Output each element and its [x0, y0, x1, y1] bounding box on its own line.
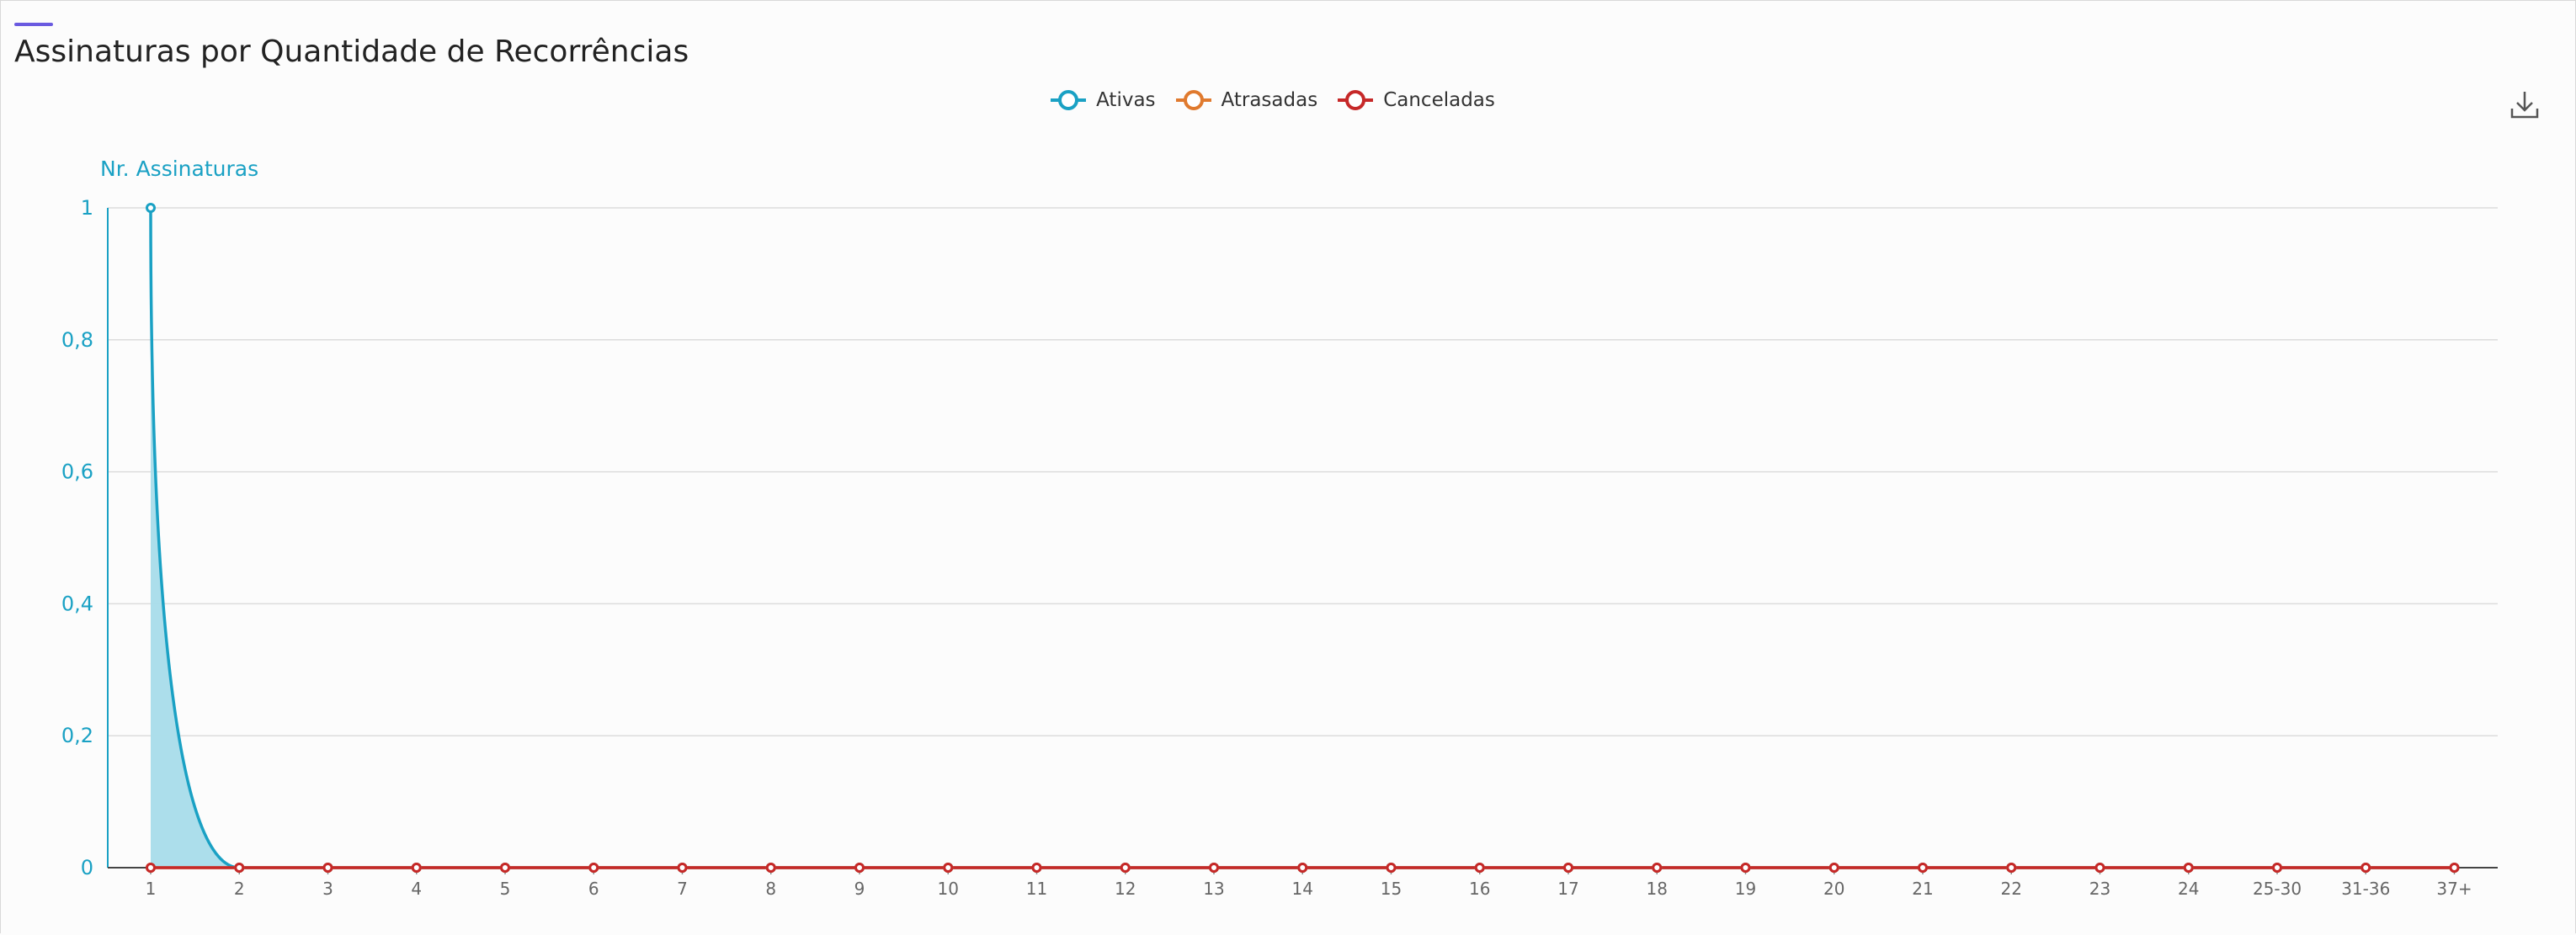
data-point-canceladas — [1474, 863, 1485, 873]
y-axis-title: Nr. Assinaturas — [100, 157, 258, 181]
y-tick-label: 1 — [81, 196, 93, 220]
data-point-canceladas — [1031, 863, 1042, 873]
x-tick-label: 4 — [411, 879, 422, 899]
x-tick-label: 2 — [234, 879, 245, 899]
x-tick-label: 17 — [1557, 879, 1578, 899]
grid — [108, 207, 2498, 736]
data-point-canceladas — [2183, 863, 2194, 873]
data-point-canceladas — [2094, 863, 2105, 873]
chart-area: 00,20,40,60,81Nr. Assinaturas1 2 3 4 5 6 7 8 9 10… — [61, 157, 2498, 899]
x-tick-label: 19 — [1735, 879, 1756, 899]
y-tick-label: 0,4 — [61, 592, 93, 615]
x-tick-label: 24 — [2178, 879, 2199, 899]
data-point-canceladas — [2006, 863, 2017, 873]
x-tick-label: 20 — [1823, 879, 1844, 899]
x-tick-label: 6 — [588, 879, 599, 899]
y-tick-label: 0 — [81, 856, 93, 879]
x-tick-label: 25-30 — [2253, 879, 2302, 899]
data-point-canceladas — [2360, 863, 2371, 873]
x-tick-label: 7 — [677, 879, 688, 899]
x-tick-label: 18 — [1647, 879, 1668, 899]
x-tick-label: 16 — [1469, 879, 1490, 899]
x-tick-label: 15 — [1381, 879, 1402, 899]
x-tick-label: 1 — [146, 879, 157, 899]
data-point-canceladas — [854, 863, 865, 873]
data-point-canceladas — [146, 863, 156, 873]
data-point-canceladas — [2272, 863, 2282, 873]
data-point-canceladas — [234, 863, 245, 873]
x-tick-label: 3 — [322, 879, 333, 899]
series-area-ativas — [151, 208, 2455, 868]
data-point-canceladas — [677, 863, 688, 873]
data-point-canceladas — [1297, 863, 1308, 873]
data-point-canceladas — [500, 863, 510, 873]
data-point-canceladas — [1209, 863, 1219, 873]
x-tick-label: 13 — [1203, 879, 1224, 899]
x-tick-label: 37+ — [2436, 879, 2472, 899]
x-tick-label: 23 — [2089, 879, 2110, 899]
data-point-canceladas — [1828, 863, 1839, 873]
data-point-canceladas — [411, 863, 422, 873]
data-point-canceladas — [1563, 863, 1573, 873]
data-point-canceladas — [765, 863, 776, 873]
x-tick-label: 8 — [765, 879, 776, 899]
data-point-canceladas — [1120, 863, 1131, 873]
y-tick-label: 0,8 — [61, 328, 93, 352]
data-point-canceladas — [588, 863, 599, 873]
x-tick-label: 12 — [1115, 879, 1136, 899]
data-point-canceladas — [322, 863, 333, 873]
y-tick-label: 0,6 — [61, 460, 93, 484]
data-point-ativas — [146, 203, 156, 213]
data-point-canceladas — [1740, 863, 1751, 873]
x-tick-label: 9 — [854, 879, 865, 899]
data-point-canceladas — [1918, 863, 1928, 873]
x-tick-label: 11 — [1026, 879, 1047, 899]
chart-panel: Assinaturas por Quantidade de Recorrênci… — [0, 0, 2576, 933]
x-tick-label: 10 — [938, 879, 959, 899]
series-line-ativas — [149, 207, 2455, 869]
x-tick-label: 5 — [500, 879, 511, 899]
x-tick-label: 21 — [1912, 879, 1933, 899]
x-tick-label: 22 — [2001, 879, 2022, 899]
series — [146, 203, 2460, 873]
data-point-canceladas — [1386, 863, 1397, 873]
data-point-canceladas — [943, 863, 954, 873]
axes: 00,20,40,60,81Nr. Assinaturas1 2 3 4 5 6 7 8 9 10… — [61, 157, 2498, 899]
x-tick-label: 14 — [1292, 879, 1313, 899]
data-point-canceladas — [1652, 863, 1663, 873]
y-tick-label: 0,2 — [61, 724, 93, 747]
x-tick-label: 31-36 — [2341, 879, 2390, 899]
data-point-canceladas — [2449, 863, 2460, 873]
